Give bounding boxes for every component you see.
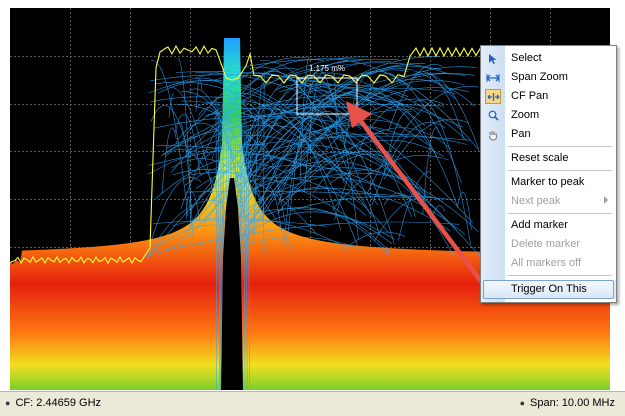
menu-item-span-zoom[interactable]: Span Zoom [481,68,616,87]
trace-segment [323,154,396,179]
menu-item-next-peak[interactable]: Next peak [481,192,616,211]
center-frequency-readout[interactable]: ● CF: 2.44659 GHz [5,397,101,409]
context-menu[interactable]: Select Span Zoom CF Pan Zoom Pan [480,45,617,303]
menu-item-zoom[interactable]: Zoom [481,106,616,125]
trace-segment [403,195,416,217]
status-bar: ● CF: 2.44659 GHz ● Span: 10.00 MHz [0,391,625,416]
submenu-arrow-icon [604,196,608,204]
menu-item-trigger-on-this[interactable]: Trigger On This [481,280,616,299]
hand-pan-icon [485,127,501,142]
trace-segment [290,197,410,211]
menu-separator [508,146,612,147]
span-readout[interactable]: ● Span: 10.00 MHz [520,397,615,409]
spectrum-analyzer-window: 1.175 m% Select Span Zoom CF [0,0,625,415]
trace-segment [151,105,190,158]
menu-item-pan[interactable]: Pan [481,125,616,144]
menu-item-add-marker[interactable]: Add marker [481,216,616,235]
menu-separator [508,213,612,214]
trace-segment [183,57,307,139]
menu-item-delete-marker[interactable]: Delete marker [481,235,616,254]
menu-item-marker-to-peak[interactable]: Marker to peak [481,173,616,192]
menu-separator [508,170,612,171]
pin-icon: ● [520,398,525,408]
trace-segment [279,187,388,233]
menu-item-all-markers-off[interactable]: All markers off [481,254,616,273]
pin-icon: ● [5,398,10,408]
marker-readout: 1.175 m% [309,64,345,73]
menu-item-cf-pan[interactable]: CF Pan [481,87,616,106]
cursor-arrow-icon [485,51,501,66]
zoom-magnifier-icon [485,108,501,123]
span-zoom-icon [485,70,501,85]
cf-pan-icon [485,89,501,104]
menu-item-select[interactable]: Select [481,49,616,68]
menu-separator [508,275,612,276]
menu-item-reset-scale[interactable]: Reset scale [481,149,616,168]
trace-segment [411,74,480,151]
trace-segment [278,151,399,214]
